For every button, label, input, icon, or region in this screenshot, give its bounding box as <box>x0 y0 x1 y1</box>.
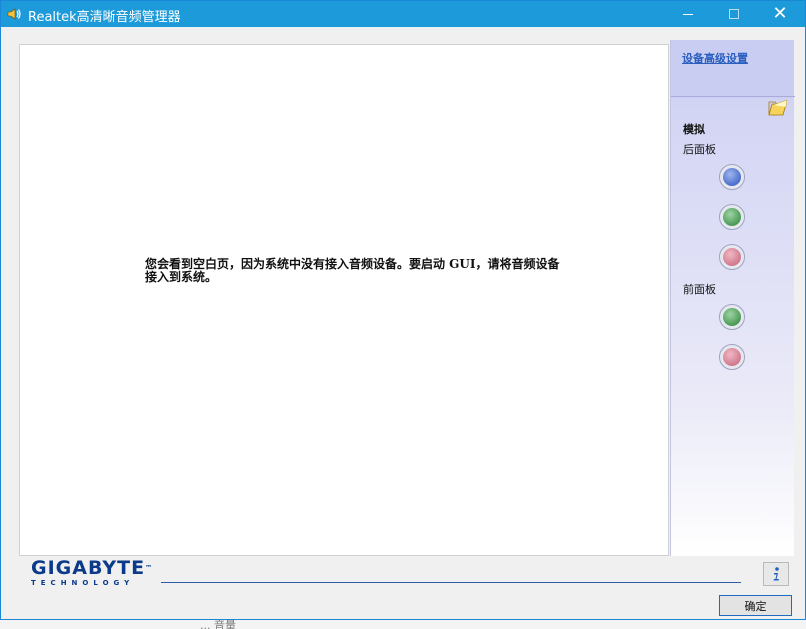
brand-subtitle: TECHNOLOGY <box>31 579 135 587</box>
brand-name: GIGABYTE <box>31 557 146 579</box>
minimize-button[interactable] <box>665 1 711 27</box>
rear-jack-green[interactable] <box>719 204 745 230</box>
maximize-icon <box>729 9 739 19</box>
rear-jack-blue[interactable] <box>719 164 745 190</box>
jack-pink-icon <box>723 348 741 366</box>
rear-panel-label: 后面板 <box>683 143 716 156</box>
realtek-audio-manager-window: Realtek高清晰音频管理器 ✕ 您会看到空白页，因为系统中没有接入音频设备。… <box>0 0 806 620</box>
jack-green-icon <box>723 308 741 326</box>
analog-label: 模拟 <box>683 123 705 136</box>
sidebar-divider <box>671 96 795 97</box>
footer-divider <box>161 582 741 583</box>
ok-button[interactable]: 确定 <box>719 595 792 616</box>
device-sidebar: 设备高级设置 模拟 后面板 前面板 <box>670 40 795 556</box>
jack-pink-icon <box>723 248 741 266</box>
brand-trademark: ™ <box>145 564 154 572</box>
info-button[interactable] <box>763 562 789 586</box>
no-device-message: 您会看到空白页，因为系统中没有接入音频设备。要启动 GUI，请将音频设备接入到系… <box>145 257 560 284</box>
gigabyte-logo: GIGABYTE™ TECHNOLOGY <box>31 558 153 587</box>
front-jack-pink[interactable] <box>719 344 745 370</box>
rear-jack-pink[interactable] <box>719 244 745 270</box>
window-title: Realtek高清晰音频管理器 <box>28 10 181 25</box>
title-bar[interactable]: Realtek高清晰音频管理器 ✕ <box>1 1 805 27</box>
jack-green-icon <box>723 208 741 226</box>
speaker-icon <box>7 8 21 20</box>
front-panel-label: 前面板 <box>683 283 716 296</box>
minimize-icon <box>683 13 693 15</box>
info-icon <box>773 567 779 581</box>
front-jack-green[interactable] <box>719 304 745 330</box>
jack-blue-icon <box>723 168 741 186</box>
background-window-strip: ... 音量 <box>0 619 806 629</box>
main-content-panel: 您会看到空白页，因为系统中没有接入音频设备。要启动 GUI，请将音频设备接入到系… <box>19 44 669 556</box>
maximize-button[interactable] <box>711 1 757 27</box>
advanced-device-settings-link[interactable]: 设备高级设置 <box>682 50 748 66</box>
close-button[interactable]: ✕ <box>757 1 803 27</box>
close-icon: ✕ <box>772 3 788 24</box>
client-area: 您会看到空白页，因为系统中没有接入音频设备。要启动 GUI，请将音频设备接入到系… <box>4 27 802 619</box>
folder-icon[interactable] <box>767 98 789 118</box>
